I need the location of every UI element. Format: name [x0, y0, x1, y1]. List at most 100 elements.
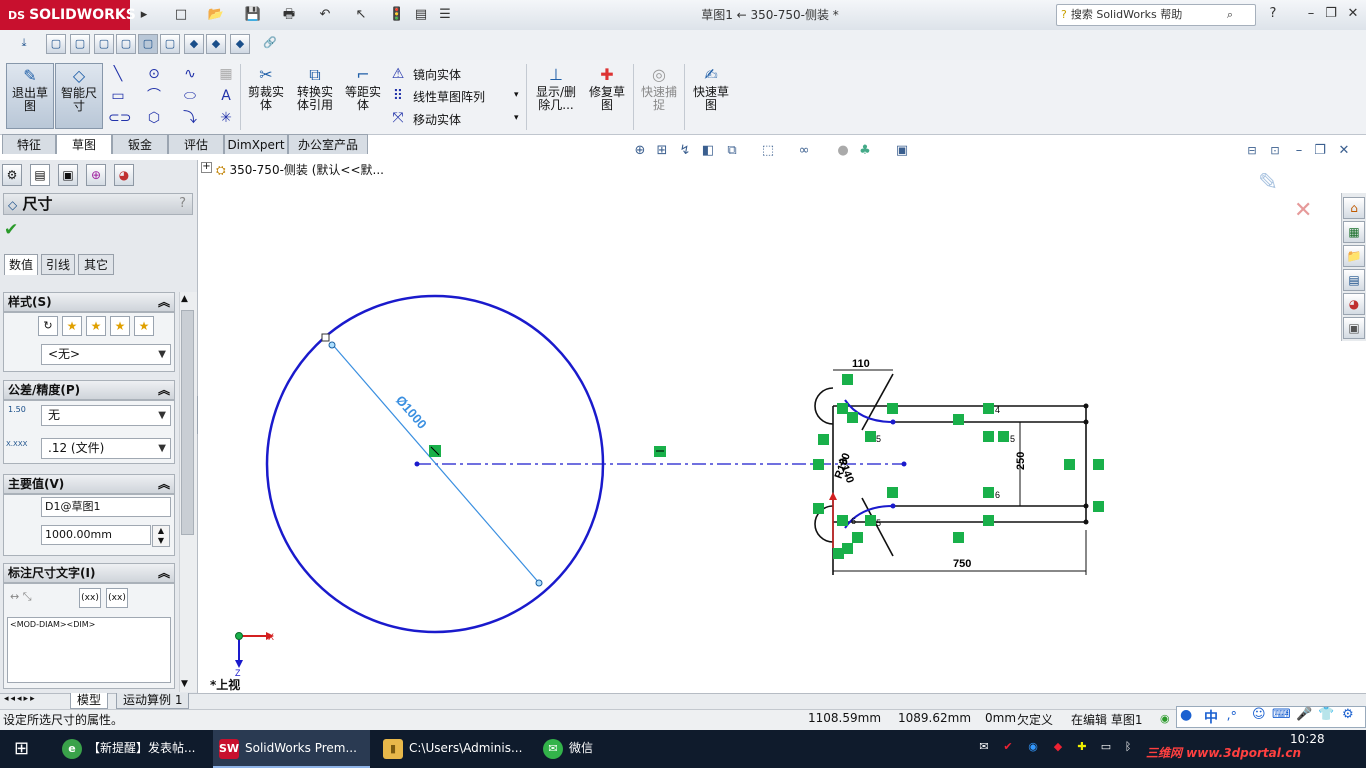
config-manager-icon[interactable]: ▣: [58, 164, 78, 186]
trim-entities-button[interactable]: ✂ 剪裁实体: [244, 63, 288, 129]
linear-pattern-button[interactable]: 线性草图阵列: [413, 88, 485, 105]
style-apply-icon[interactable]: ↻: [38, 316, 58, 336]
rectangle-icon[interactable]: ▭: [108, 86, 128, 106]
new-icon[interactable]: □: [170, 5, 192, 25]
search-icon[interactable]: ⌕: [1227, 5, 1233, 25]
view-top-icon[interactable]: ▢: [138, 34, 158, 54]
undo-icon[interactable]: ↶: [314, 5, 336, 25]
tray-icon[interactable]: ✚: [1074, 739, 1090, 755]
tolerance-group-header[interactable]: 公差/精度(P) ︽: [3, 380, 175, 400]
dimension-name-field[interactable]: D1@草图1: [41, 497, 171, 517]
justify-icon[interactable]: ↔ ⤡: [10, 590, 32, 604]
dimxpert-manager-icon[interactable]: ⊕: [86, 164, 106, 186]
move-entities-button[interactable]: 移动实体: [413, 111, 461, 128]
tab-sketch[interactable]: 草图: [56, 134, 112, 154]
print-icon[interactable]: 🖶: [278, 5, 300, 25]
dim-arrow-handle[interactable]: [328, 341, 336, 349]
style-delete-icon[interactable]: ★: [86, 316, 106, 336]
dim-arrow-handle[interactable]: [535, 579, 543, 587]
minimize-icon[interactable]: –: [1300, 4, 1322, 24]
dimension-value-field[interactable]: 1000.00mm: [41, 525, 151, 545]
battery-icon[interactable]: ▭: [1098, 739, 1114, 755]
collapse-icon[interactable]: ︽: [158, 381, 170, 399]
move-icon[interactable]: ⤧: [388, 108, 408, 128]
sw-resources-icon[interactable]: ⌂: [1343, 197, 1365, 219]
solidworks-logo[interactable]: DS SOLIDWORKS: [0, 0, 136, 30]
primary-value-group-header[interactable]: 主要值(V) ︽: [3, 474, 175, 494]
save-icon[interactable]: 💾: [242, 5, 264, 25]
ok-check-icon[interactable]: ✔: [4, 220, 18, 240]
close-icon[interactable]: ✕: [1342, 4, 1364, 24]
dim-750-text[interactable]: 750: [953, 558, 971, 570]
scroll-up-icon[interactable]: ▲: [181, 294, 188, 304]
taskbar-item-browser[interactable]: e 【新提醒】发表帖...: [56, 730, 206, 768]
view-palette-icon[interactable]: ▤: [1343, 269, 1365, 291]
tab-evaluate[interactable]: 评估: [168, 134, 224, 154]
centerline-endpoint[interactable]: [414, 461, 420, 467]
collapse-icon[interactable]: ︽: [158, 475, 170, 493]
view-bottom-icon[interactable]: ▢: [160, 34, 180, 54]
mirror-entities-button[interactable]: 镜向实体: [413, 66, 461, 83]
tolerance-type-select[interactable]: 无 ▼: [41, 405, 171, 426]
tab-features[interactable]: 特征: [2, 134, 56, 154]
view-dimetric-icon[interactable]: ◆: [230, 34, 250, 54]
point-icon[interactable]: ✳: [216, 108, 236, 128]
tab-value[interactable]: 数值: [4, 254, 38, 275]
tab-office-products[interactable]: 办公室产品: [288, 134, 368, 154]
taskbar-item-solidworks[interactable]: SW SolidWorks Prem...: [213, 730, 370, 768]
options-icon[interactable]: ☰: [434, 5, 456, 25]
spline-icon[interactable]: ∿: [180, 64, 200, 84]
normal-to-icon[interactable]: ⤓: [14, 34, 34, 54]
clock[interactable]: 10:28: [1290, 732, 1325, 746]
file-props-icon[interactable]: ▤: [410, 5, 432, 25]
tray-icon[interactable]: ◉: [1025, 739, 1041, 755]
open-icon[interactable]: 📂: [205, 5, 227, 25]
dimension-text-group-header[interactable]: 标注尺寸文字(I) ︽: [3, 563, 175, 583]
file-explorer-icon[interactable]: 📁: [1343, 245, 1365, 267]
help-search-input[interactable]: ? 搜索 SolidWorks 帮助 ⌕: [1056, 4, 1256, 26]
view-trimetric-icon[interactable]: ◆: [206, 34, 226, 54]
style-add-icon[interactable]: ★: [62, 316, 82, 336]
slot-icon[interactable]: ⊂⊃: [108, 108, 131, 128]
security-tray-icon[interactable]: ✔: [1000, 739, 1016, 755]
select-icon[interactable]: ↖: [350, 5, 372, 25]
chevron-down-icon[interactable]: ▾: [514, 113, 519, 123]
tab-model[interactable]: 模型: [70, 693, 109, 709]
ime-punct-icon[interactable]: ⸴°: [1227, 707, 1237, 725]
view-back-icon[interactable]: ▢: [70, 34, 90, 54]
tab-motion-study[interactable]: 运动算例 1: [116, 693, 190, 709]
taskbar-item-explorer[interactable]: ▮ C:\Users\Adminis...: [377, 730, 527, 768]
circle-icon[interactable]: ⊙: [144, 64, 164, 84]
tab-leaders[interactable]: 引线: [41, 254, 75, 275]
add-parentheses-button[interactable]: (xx): [79, 588, 101, 608]
style-group-header[interactable]: 样式(S) ︽: [3, 292, 175, 312]
quick-snaps-button[interactable]: ◎ 快速捕捉: [637, 63, 681, 129]
rapid-sketch-button[interactable]: ✍ 快速草图: [688, 63, 734, 129]
ime-voice-icon[interactable]: 🎤: [1296, 707, 1312, 722]
centerline-endpoint[interactable]: [901, 461, 907, 467]
rebuild-status-icon[interactable]: ◉: [1160, 712, 1170, 725]
view-left-icon[interactable]: ▢: [94, 34, 114, 54]
grid-icon[interactable]: ▦: [216, 64, 236, 84]
design-library-icon[interactable]: ▦: [1343, 221, 1365, 243]
relation-icons[interactable]: [813, 374, 1104, 559]
arc-icon[interactable]: ⌒: [144, 86, 164, 106]
scroll-down-icon[interactable]: ▼: [181, 679, 188, 689]
chevron-down-icon[interactable]: ▾: [514, 90, 519, 100]
inspection-dim-button[interactable]: (xx): [106, 588, 128, 608]
text-icon[interactable]: A: [216, 86, 236, 106]
menu-flyout-icon[interactable]: ▸: [133, 5, 155, 25]
help-icon[interactable]: ?: [1262, 4, 1284, 24]
style-load-icon[interactable]: ★: [134, 316, 154, 336]
dimension-text-area[interactable]: <MOD-DIAM><DIM>: [7, 617, 171, 683]
line-icon[interactable]: ╲: [108, 64, 128, 84]
value-spinner[interactable]: ▲ ▼: [152, 525, 170, 547]
link-view-icon[interactable]: 🔗: [260, 34, 280, 54]
display-delete-relations-button[interactable]: ⊥ 显示/删除几...: [532, 63, 580, 129]
ime-keyboard-icon[interactable]: ⌨: [1272, 707, 1291, 722]
custom-properties-icon[interactable]: ▣: [1343, 317, 1365, 339]
offset-entities-button[interactable]: ⌐ 等距实体: [341, 63, 385, 129]
property-manager-icon[interactable]: ▤: [30, 164, 50, 186]
view-front-icon[interactable]: ▢: [46, 34, 66, 54]
ime-settings-icon[interactable]: ⚙: [1342, 707, 1354, 722]
